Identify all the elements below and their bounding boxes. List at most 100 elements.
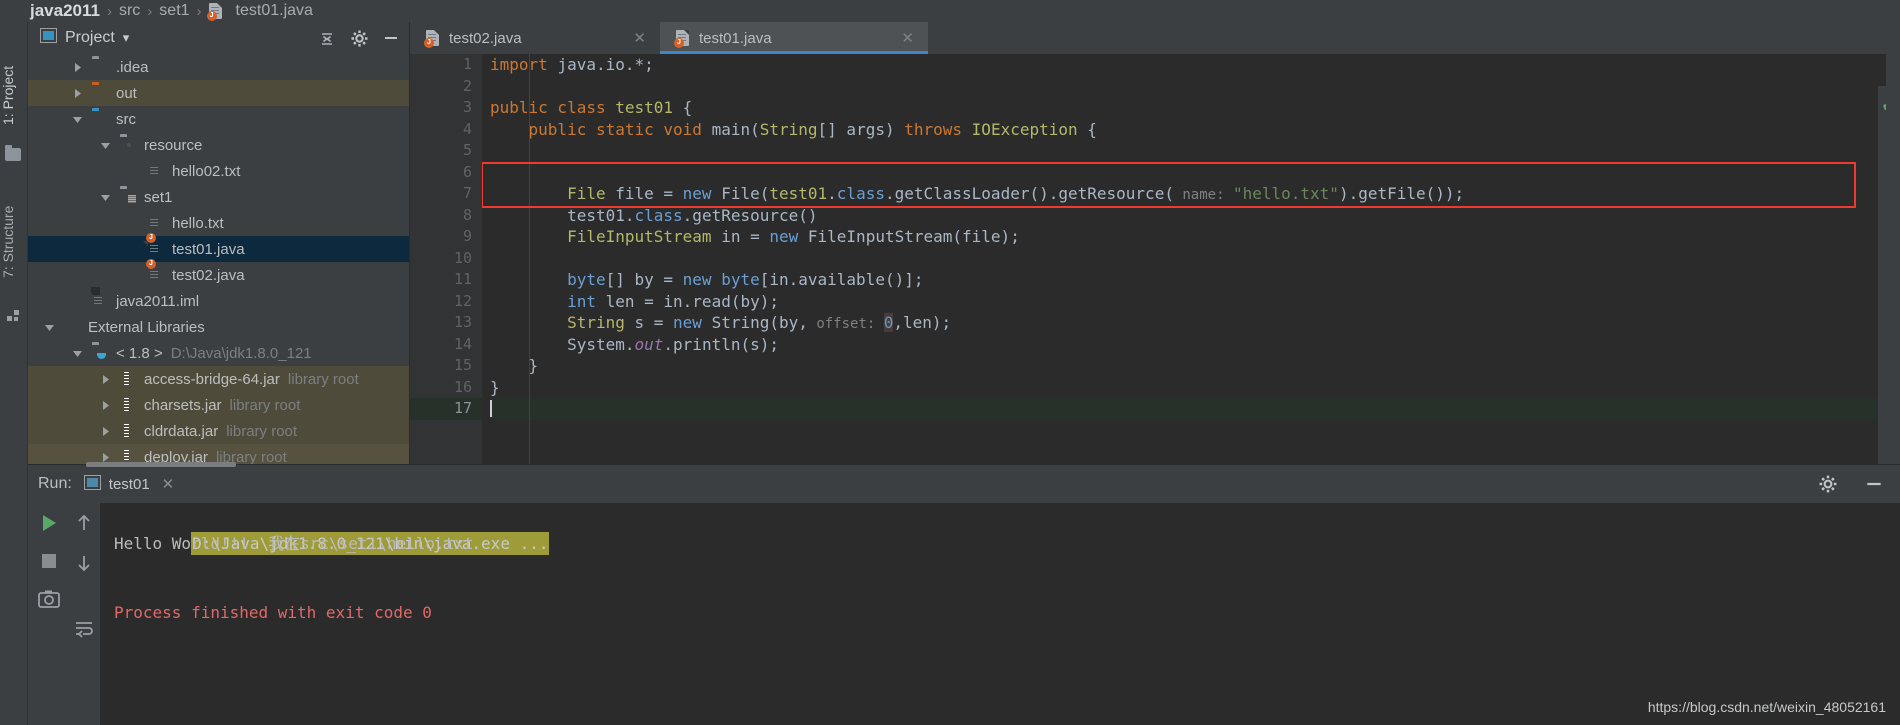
soft-wrap-icon[interactable] <box>72 617 96 641</box>
chevron-down-icon[interactable]: ▾ <box>123 30 130 46</box>
sidebar-tab-structure[interactable]: 7: Structure <box>0 187 28 297</box>
gutter-line-number[interactable]: 9 <box>410 226 482 248</box>
tree-arrow-spacer <box>126 242 140 256</box>
tree-row[interactable]: set1 <box>28 184 409 210</box>
console-command-line: D:\Java\jdk1.8.0_121\bin\java.exe ... <box>114 509 1900 555</box>
tree-row[interactable]: cldrdata.jar library root <box>28 418 409 444</box>
code-line[interactable]: } <box>490 355 1900 377</box>
gutter-line-number[interactable]: 17 <box>410 398 482 420</box>
collapse-all-icon[interactable] <box>315 26 339 50</box>
run-green-arrow-icon[interactable] <box>37 511 61 535</box>
gutter-line-number[interactable]: 2 <box>410 76 482 98</box>
chevron-right-icon[interactable] <box>70 60 84 74</box>
line-number: 12 <box>453 291 472 310</box>
minimize-icon[interactable] <box>1862 472 1886 496</box>
breadcrumb-item-file[interactable]: test01.java <box>236 2 313 20</box>
code-line[interactable]: File file = new File(test01.class.getCla… <box>490 183 1900 205</box>
gutter-line-number[interactable]: 5 <box>410 140 482 162</box>
tree-row[interactable]: deploy.jar library root <box>28 444 409 464</box>
code-line[interactable] <box>490 140 1900 162</box>
tree-row[interactable]: java2011.iml <box>28 286 409 314</box>
chevron-down-icon[interactable] <box>70 112 84 126</box>
code-line[interactable]: int len = in.read(by); <box>490 291 1900 313</box>
gutter-line-number[interactable]: 11 <box>410 269 482 291</box>
code-line[interactable]: } <box>490 377 1900 399</box>
breadcrumb-item-src[interactable]: src <box>119 2 140 20</box>
code-line[interactable] <box>490 398 1900 420</box>
code-line[interactable] <box>490 248 1900 270</box>
gutter-line-number[interactable]: 3 <box>410 97 498 119</box>
chevron-down-icon[interactable] <box>98 138 112 152</box>
breadcrumb-item-project[interactable]: java2011 <box>30 1 100 21</box>
editor-tab[interactable]: Jtest02.java ✕ <box>410 22 660 54</box>
gear-icon[interactable] <box>347 26 371 50</box>
gutter-line-number[interactable]: 8 <box>410 205 482 227</box>
editor-code[interactable]: import java.io.*; public class test01 { … <box>482 54 1900 464</box>
code-line[interactable]: byte[] by = new byte[in.available()]; <box>490 269 1900 291</box>
breadcrumb-item-set1[interactable]: set1 <box>159 2 189 20</box>
gutter-line-number[interactable]: 14 <box>410 334 482 356</box>
tree-row[interactable]: .idea <box>28 54 409 80</box>
gutter-line-number[interactable]: 12 <box>410 291 482 313</box>
tree-row[interactable]: src <box>28 106 409 132</box>
console-output[interactable]: D:\Java\jdk1.8.0_121\bin\java.exe ... He… <box>100 503 1900 725</box>
close-icon[interactable]: ✕ <box>605 29 646 47</box>
code-editor[interactable]: 1 2 3 4 5 6 7 8 9 10 11 12 13 14 15 16 17 import java.io… <box>410 54 1900 464</box>
gutter-line-number[interactable]: 4 <box>410 119 511 141</box>
gutter-line-number[interactable]: 1 <box>410 54 482 76</box>
camera-icon[interactable] <box>37 587 61 611</box>
arrow-up-icon[interactable] <box>72 511 96 535</box>
code-line[interactable]: test01.class.getResource() <box>490 205 1900 227</box>
tree-row[interactable]: External Libraries <box>28 314 409 340</box>
java-file-icon: J <box>424 29 441 48</box>
arrow-down-icon[interactable] <box>72 551 96 575</box>
gear-icon[interactable] <box>1816 472 1840 496</box>
gutter-line-number[interactable]: 7 <box>410 183 482 205</box>
console-side-toolbar <box>70 503 98 725</box>
tree-row[interactable]: charsets.jar library root <box>28 392 409 418</box>
external-libraries-icon <box>64 319 81 336</box>
close-icon[interactable]: ✕ <box>162 475 175 493</box>
tree-row[interactable]: access-bridge-64.jar library root <box>28 366 409 392</box>
sidebar-tab-project[interactable]: 1: Project <box>0 50 28 140</box>
tree-row[interactable]: hello.txt <box>28 210 409 236</box>
gutter-line-number[interactable]: 15 <box>410 355 511 377</box>
gutter-line-number[interactable]: 16 <box>410 377 482 399</box>
chevron-right-icon[interactable] <box>98 372 112 386</box>
minimize-icon[interactable] <box>379 26 403 50</box>
editor-tab[interactable]: Jtest01.java ✕ <box>660 22 928 54</box>
code-line[interactable]: System.out.println(s); <box>490 334 1900 356</box>
chevron-down-icon[interactable] <box>70 346 84 360</box>
chevron-right-icon[interactable] <box>98 424 112 438</box>
gutter-line-number[interactable]: 13 <box>410 312 482 334</box>
code-line[interactable]: public class test01 { <box>490 97 1900 119</box>
chevron-down-icon[interactable] <box>98 190 112 204</box>
run-tool-window: Run: test01 ✕ D:\Java\jdk1.8.0_121\bin\j… <box>28 462 1900 725</box>
code-line[interactable] <box>490 76 1900 98</box>
chevron-right-icon[interactable] <box>98 398 112 412</box>
code-line[interactable]: import java.io.*; <box>490 54 1900 76</box>
gutter-line-number[interactable]: 6 <box>410 162 482 184</box>
close-icon[interactable]: ✕ <box>873 29 914 47</box>
tree-row[interactable]: Jtest01.java <box>28 232 409 262</box>
tree-row[interactable]: Jtest02.java <box>28 258 409 288</box>
chevron-right-icon[interactable] <box>70 86 84 100</box>
project-tree[interactable]: .idea out src resource hello02.txt set1 hello.… <box>28 54 409 464</box>
code-token: s = <box>624 313 674 332</box>
code-line[interactable] <box>490 162 1900 184</box>
editor-gutter[interactable]: 1 2 3 4 5 6 7 8 9 10 11 12 13 14 15 16 17 <box>410 54 511 464</box>
tree-row[interactable]: resource <box>28 132 409 158</box>
code-token: public static void <box>528 119 712 139</box>
stop-square-icon[interactable] <box>37 549 61 573</box>
gutter-line-number[interactable]: 10 <box>410 248 482 270</box>
console-scroll-thumb[interactable] <box>86 462 236 467</box>
chevron-down-icon[interactable] <box>42 320 56 334</box>
tree-row[interactable]: hello02.txt <box>28 158 409 184</box>
code-line[interactable]: FileInputStream in = new FileInputStream… <box>490 226 1900 248</box>
code-line[interactable]: public static void main(String[] args) t… <box>490 119 1900 141</box>
code-line[interactable]: String s = new String(by, offset: 0,len)… <box>490 312 1900 334</box>
run-configuration-tab[interactable]: test01 ✕ <box>83 474 175 494</box>
text-file-icon <box>148 163 165 180</box>
tree-row[interactable]: out <box>28 80 409 106</box>
tree-row[interactable]: < 1.8 > D:\Java\jdk1.8.0_121 <box>28 340 409 366</box>
